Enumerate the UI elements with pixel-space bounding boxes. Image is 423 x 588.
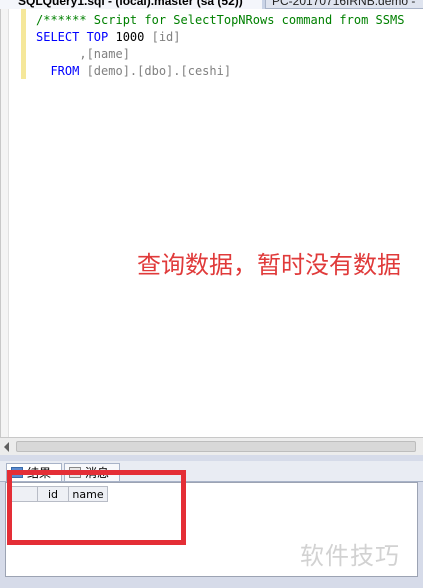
code-token: /****** Script for SelectTopNRows comman… [36, 13, 405, 27]
status-strip [0, 577, 423, 588]
scroll-left-icon[interactable] [4, 442, 9, 452]
horizontal-scrollbar[interactable] [0, 437, 423, 456]
code-token: [id] [151, 30, 181, 44]
highlight-box [7, 470, 186, 545]
code-token: SELECT TOP [36, 30, 116, 44]
code-token: FROM [50, 64, 87, 78]
watermark-text: 软件技巧 [300, 542, 400, 570]
code-line[interactable]: /****** Script for SelectTopNRows comman… [36, 12, 404, 29]
code-line[interactable]: ,[name] [36, 46, 404, 63]
code-token: 1000 [115, 30, 152, 44]
annotation-text: 查询数据，暂时没有数据 [137, 251, 401, 279]
document-tab-bar: SQLQuery1.sql - (local).master (sa (52))… [0, 0, 423, 9]
code-token: ,[name] [79, 47, 130, 61]
query-editor[interactable]: /****** Script for SelectTopNRows comman… [0, 9, 423, 437]
code-token: [demo].[dbo].[ceshi] [86, 64, 232, 78]
editor-gutter [1, 9, 9, 437]
tab-demo-table[interactable]: PC-20170716IRNB.demo - [265, 0, 423, 9]
tab-sqlquery1[interactable]: SQLQuery1.sql - (local).master (sa (52)) [0, 0, 262, 9]
code-line[interactable]: FROM [demo].[dbo].[ceshi] [36, 63, 404, 80]
change-marker [21, 9, 26, 79]
code-text[interactable]: /****** Script for SelectTopNRows comman… [36, 12, 404, 80]
scrollbar-thumb[interactable] [16, 441, 416, 452]
code-line[interactable]: SELECT TOP 1000 [id] [36, 29, 404, 46]
